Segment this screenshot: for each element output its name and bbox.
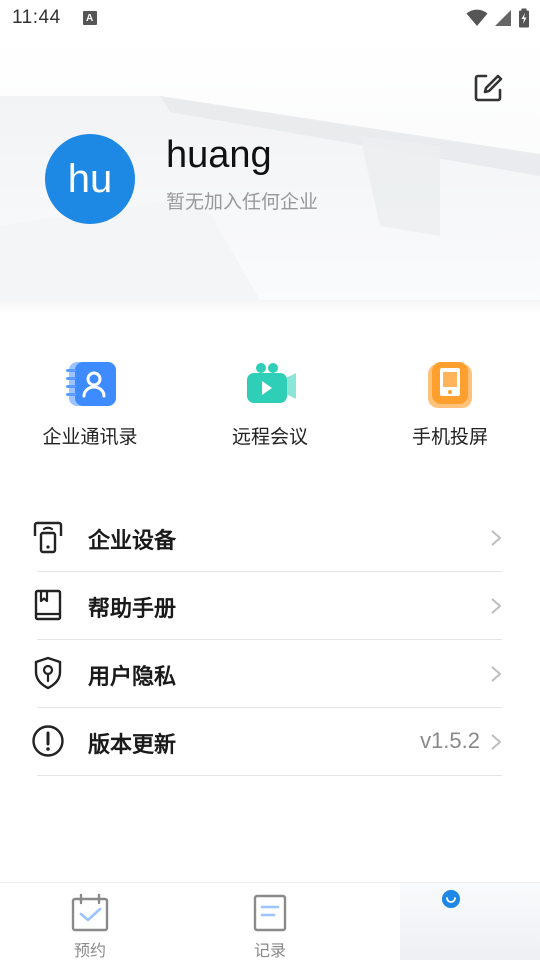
quick-action-screen-cast[interactable]: 手机投屏 xyxy=(375,356,525,449)
status-bar: 11:44 A xyxy=(0,0,540,36)
document-icon xyxy=(253,894,287,932)
status-time: 11:44 xyxy=(12,7,61,28)
version-number: v1.5.2 xyxy=(420,728,480,753)
bottom-tab-bar: 预约 记录 xyxy=(0,882,540,960)
signal-icon xyxy=(495,10,511,26)
info-icon xyxy=(32,725,64,757)
quick-action-meeting[interactable]: 远程会议 xyxy=(195,356,345,449)
menu-item-version-update[interactable]: 版本更新 v1.5.2 xyxy=(0,708,540,776)
quick-action-label: 手机投屏 xyxy=(411,426,488,448)
battery-icon xyxy=(519,8,529,28)
tab-label: 预约 xyxy=(73,941,106,960)
header-divider xyxy=(0,300,540,314)
chevron-right-icon xyxy=(491,598,502,614)
company-status: 暂无加入任何企业 xyxy=(166,191,319,213)
divider xyxy=(37,775,502,776)
chevron-right-icon xyxy=(491,666,502,682)
menu-item-label: 企业设备 xyxy=(88,529,177,554)
tab-label: 记录 xyxy=(253,941,286,960)
profile-icon[interactable] xyxy=(442,890,460,908)
menu-item-user-privacy[interactable]: 用户隐私 xyxy=(0,640,540,708)
avatar[interactable]: hu xyxy=(45,134,135,224)
tab-records[interactable]: 记录 xyxy=(180,883,360,960)
edit-icon[interactable] xyxy=(472,72,504,104)
menu-item-enterprise-devices[interactable]: 企业设备 xyxy=(0,504,540,572)
calendar-check-icon xyxy=(71,893,109,932)
quick-action-contacts[interactable]: 企业通讯录 xyxy=(15,356,165,449)
profile-header: hu huang 暂无加入任何企业 xyxy=(0,36,540,300)
quick-action-label: 远程会议 xyxy=(231,426,308,448)
user-name: huang xyxy=(166,134,272,176)
status-indicators xyxy=(466,8,530,28)
contacts-book-icon xyxy=(60,356,120,416)
quick-action-label: 企业通讯录 xyxy=(42,426,138,448)
chevron-right-icon xyxy=(491,734,502,750)
shield-icon xyxy=(34,656,62,690)
settings-list: 企业设备 帮助手册 用户隐私 版本更新 v1.5.2 xyxy=(0,504,540,776)
wifi-icon xyxy=(466,9,488,26)
notification-a-icon: A xyxy=(82,11,97,25)
menu-item-label: 版本更新 xyxy=(88,733,177,758)
phone-cast-icon xyxy=(420,356,480,416)
tab-appointments[interactable]: 预约 xyxy=(0,883,180,960)
device-icon xyxy=(33,521,63,554)
quick-actions: 企业通讯录 远程会议 手机投屏 xyxy=(0,356,540,456)
menu-item-label: 用户隐私 xyxy=(88,665,177,690)
tab-me[interactable] xyxy=(400,883,540,960)
chevron-right-icon xyxy=(491,530,502,546)
video-camera-icon xyxy=(240,356,300,416)
menu-item-label: 帮助手册 xyxy=(88,597,177,622)
book-icon xyxy=(34,589,62,621)
menu-item-help-manual[interactable]: 帮助手册 xyxy=(0,572,540,640)
